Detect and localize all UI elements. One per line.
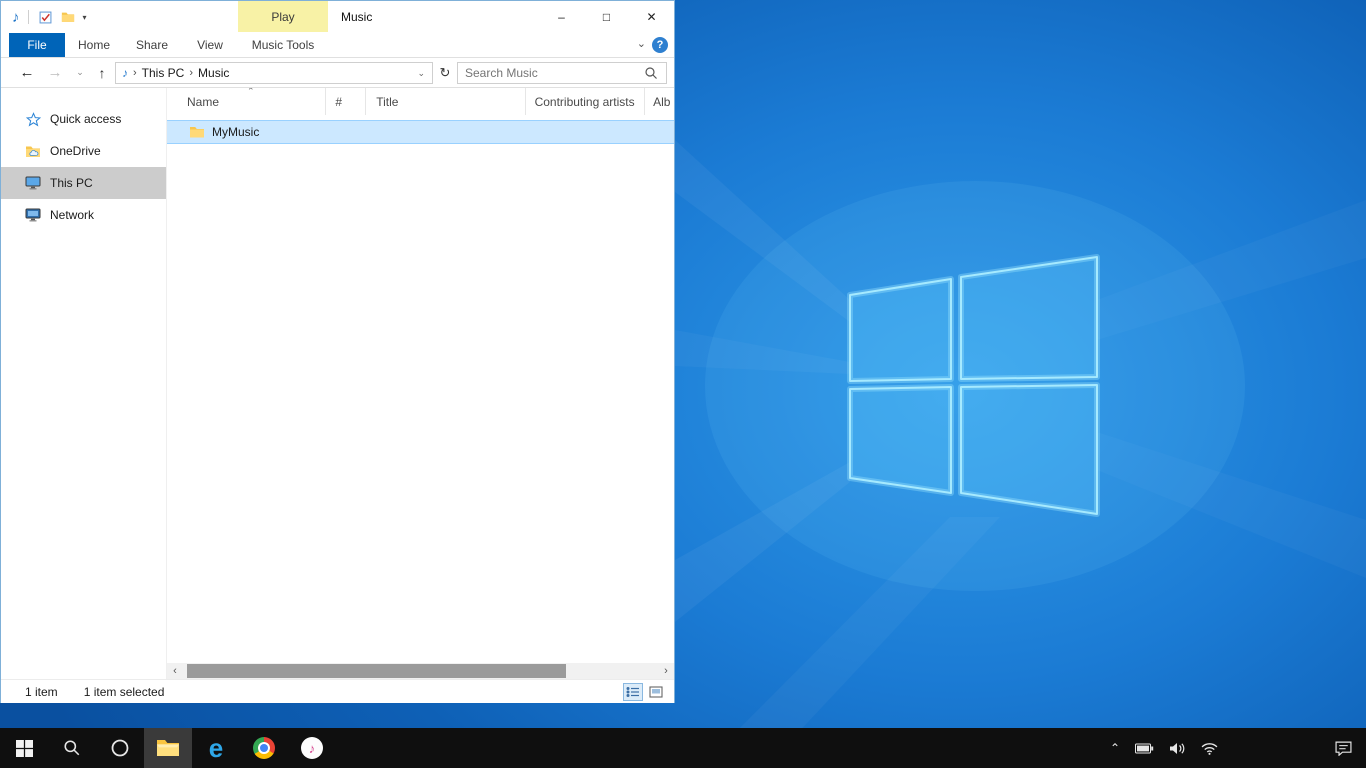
search-icon[interactable] bbox=[644, 66, 658, 80]
star-icon bbox=[25, 111, 41, 127]
search-box bbox=[457, 62, 667, 84]
start-button[interactable] bbox=[0, 728, 48, 768]
breadcrumb-this-pc[interactable]: This PC bbox=[142, 66, 185, 80]
navigation-pane: Quick access OneDrive This PC Network bbox=[1, 88, 167, 679]
battery-icon[interactable] bbox=[1135, 743, 1154, 754]
column-headers: Name # Title Contributing artists Alb ⌃ bbox=[167, 88, 674, 115]
horizontal-scrollbar[interactable]: ‹ › bbox=[167, 663, 674, 679]
taskbar: e ♪ ⌃ bbox=[0, 728, 1366, 768]
scrollbar-thumb[interactable] bbox=[187, 664, 566, 678]
view-toggle-buttons bbox=[623, 683, 666, 701]
tab-share[interactable]: Share bbox=[123, 33, 181, 57]
large-icons-view-button[interactable] bbox=[646, 683, 666, 701]
sidebar-item-label: This PC bbox=[50, 176, 93, 190]
search-input[interactable] bbox=[458, 66, 644, 80]
wifi-icon[interactable] bbox=[1201, 742, 1218, 755]
show-hidden-icons-chevron[interactable]: ⌃ bbox=[1110, 741, 1120, 755]
computer-icon bbox=[25, 175, 41, 191]
breadcrumb-separator: › bbox=[189, 67, 193, 79]
sidebar-item-network[interactable]: Network bbox=[1, 199, 166, 231]
details-view-button[interactable] bbox=[623, 683, 643, 701]
sidebar-item-this-pc[interactable]: This PC bbox=[1, 167, 166, 199]
column-header-number[interactable]: # bbox=[326, 88, 366, 115]
tab-music-tools[interactable]: Music Tools bbox=[238, 33, 328, 57]
onedrive-folder-icon bbox=[25, 143, 41, 159]
item-count: 1 item bbox=[25, 685, 58, 699]
sidebar-item-quick-access[interactable]: Quick access bbox=[1, 103, 166, 135]
scroll-right-icon[interactable]: › bbox=[658, 663, 674, 679]
sidebar-item-label: OneDrive bbox=[50, 144, 101, 158]
ribbon-collapse-icon[interactable]: ⌄ bbox=[637, 37, 646, 50]
sidebar-item-onedrive[interactable]: OneDrive bbox=[1, 135, 166, 167]
address-bar[interactable]: ♪ › This PC › Music ⌄ bbox=[115, 62, 433, 84]
taskbar-itunes-button[interactable]: ♪ bbox=[288, 728, 336, 768]
cortana-ring-icon bbox=[110, 738, 130, 758]
tab-file[interactable]: File bbox=[9, 33, 65, 57]
taskbar-file-explorer-button[interactable] bbox=[144, 728, 192, 768]
breadcrumb-separator: › bbox=[133, 67, 137, 79]
folder-icon bbox=[189, 125, 205, 139]
qat-new-folder-icon[interactable] bbox=[59, 8, 77, 26]
file-name: MyMusic bbox=[212, 125, 259, 139]
sidebar-item-label: Network bbox=[50, 208, 94, 222]
minimize-button[interactable]: – bbox=[539, 1, 584, 32]
sidebar-item-label: Quick access bbox=[50, 112, 121, 126]
scroll-left-icon[interactable]: ‹ bbox=[167, 663, 183, 679]
taskbar-search-button[interactable] bbox=[48, 728, 96, 768]
address-music-icon: ♪ bbox=[122, 66, 128, 80]
address-toolbar: ← → ⌄ ↑ ♪ › This PC › Music ⌄ ↻ bbox=[1, 58, 674, 88]
explorer-window: ♪ ▾ Play Music – □ ✕ File Home Share Vie… bbox=[0, 0, 675, 703]
file-list: Name # Title Contributing artists Alb ⌃ … bbox=[167, 88, 674, 663]
sort-ascending-icon: ⌃ bbox=[247, 88, 255, 97]
itunes-icon: ♪ bbox=[301, 737, 323, 759]
column-header-artists[interactable]: Contributing artists bbox=[526, 88, 646, 115]
window-controls: – □ ✕ bbox=[539, 1, 674, 32]
volume-icon[interactable] bbox=[1169, 742, 1186, 755]
back-button[interactable]: ← bbox=[16, 58, 38, 87]
cortana-button[interactable] bbox=[96, 728, 144, 768]
status-bar: 1 item 1 item selected bbox=[1, 679, 674, 703]
music-note-app-icon: ♪ bbox=[12, 9, 20, 26]
system-tray: ⌃ bbox=[1110, 728, 1218, 768]
contextual-tab-play[interactable]: Play bbox=[238, 1, 328, 32]
column-header-album[interactable]: Alb bbox=[645, 88, 674, 115]
network-icon bbox=[25, 207, 41, 223]
maximize-button[interactable]: □ bbox=[584, 1, 629, 32]
tab-view[interactable]: View bbox=[181, 33, 239, 57]
recent-locations-icon[interactable]: ⌄ bbox=[69, 58, 91, 87]
file-row-mymusic[interactable]: MyMusic bbox=[167, 120, 674, 144]
action-center-button[interactable] bbox=[1335, 728, 1352, 768]
desktop: ♪ ▾ Play Music – □ ✕ File Home Share Vie… bbox=[0, 0, 1366, 768]
tab-home[interactable]: Home bbox=[65, 33, 123, 57]
titlebar: ♪ ▾ Play Music – □ ✕ bbox=[1, 1, 674, 33]
refresh-button[interactable]: ↻ bbox=[434, 62, 456, 84]
taskbar-chrome-button[interactable] bbox=[240, 728, 288, 768]
help-icon[interactable]: ? bbox=[652, 37, 668, 53]
action-center-icon bbox=[1335, 741, 1352, 756]
up-button[interactable]: ↑ bbox=[91, 58, 113, 87]
qat-properties-icon[interactable] bbox=[37, 8, 55, 26]
forward-button[interactable]: → bbox=[44, 58, 66, 87]
selection-count: 1 item selected bbox=[84, 685, 165, 699]
file-explorer-icon bbox=[156, 738, 180, 758]
edge-icon: e bbox=[209, 735, 223, 761]
window-title: Music bbox=[341, 1, 372, 33]
ribbon-tab-row: File Home Share View Music Tools ⌄ ? bbox=[1, 33, 674, 58]
address-dropdown-icon[interactable]: ⌄ bbox=[417, 68, 432, 79]
qat-customize-icon[interactable]: ▾ bbox=[83, 13, 87, 22]
windows-logo-icon bbox=[16, 740, 33, 757]
column-header-title[interactable]: Title bbox=[366, 88, 525, 115]
breadcrumb-music[interactable]: Music bbox=[198, 66, 229, 80]
search-icon bbox=[63, 739, 81, 757]
chrome-icon bbox=[253, 737, 275, 759]
taskbar-edge-button[interactable]: e bbox=[192, 728, 240, 768]
qat-separator bbox=[28, 10, 29, 24]
close-button[interactable]: ✕ bbox=[629, 1, 674, 32]
